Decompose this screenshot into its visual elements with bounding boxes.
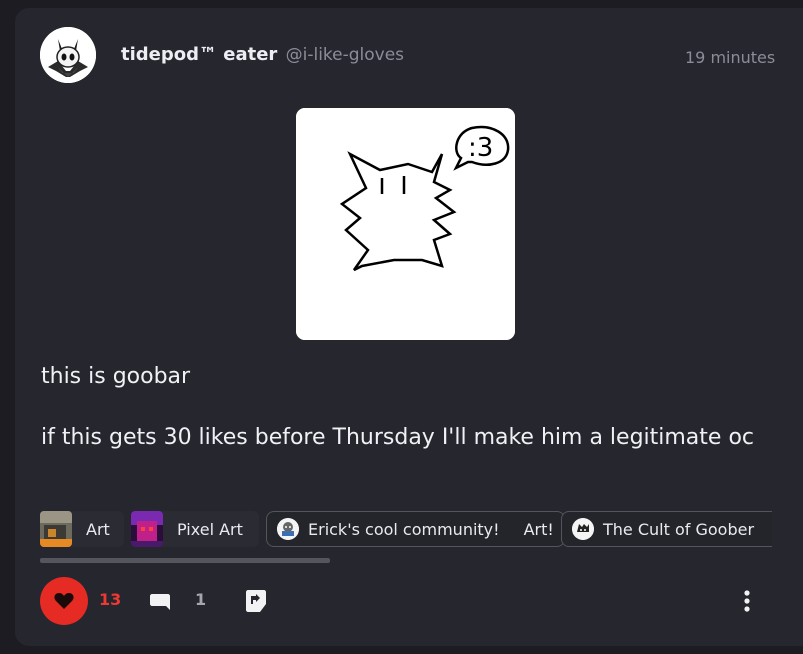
tag-art[interactable]: Art: [40, 511, 124, 547]
author-line[interactable]: tidepod™ eater @i-like-gloves: [121, 44, 404, 65]
tag-pixel-art[interactable]: Pixel Art: [131, 511, 259, 547]
goobar-drawing-icon: :3: [296, 108, 515, 340]
community-icon: [277, 518, 299, 540]
community-sub-label: Art!: [523, 519, 554, 539]
post-image[interactable]: :3: [296, 108, 515, 340]
like-count: 13: [99, 590, 122, 609]
art-thumbnail-icon: [40, 511, 72, 547]
reblog-icon: [246, 590, 266, 612]
post-paragraph-1: this is goobar: [41, 364, 191, 389]
comment-count: 1: [195, 590, 207, 609]
community-chip-ericks[interactable]: Erick's cool community! Art!: [266, 511, 565, 547]
author-display-name[interactable]: tidepod™ eater: [121, 44, 277, 65]
reblog-button[interactable]: [244, 588, 268, 614]
author-handle[interactable]: @i-like-gloves: [286, 45, 404, 65]
tag-label: Pixel Art: [177, 519, 243, 539]
heart-icon: [54, 593, 74, 609]
hollow-knight-avatar-icon: [40, 27, 96, 83]
tags-scrollbar[interactable]: [40, 558, 330, 563]
more-vertical-icon: [744, 590, 750, 612]
more-options-button[interactable]: [737, 588, 757, 614]
post-paragraph-2: if this gets 30 likes before Thursday I'…: [41, 425, 755, 450]
community-chip-cult-of-goober[interactable]: The Cult of Goober: [561, 511, 772, 547]
community-name: The Cult of Goober: [603, 519, 755, 539]
post-timestamp[interactable]: 19 minutes: [685, 48, 775, 67]
tag-label: Art: [86, 519, 110, 539]
community-icon: [572, 518, 594, 540]
author-avatar[interactable]: [40, 27, 96, 83]
pixel-art-thumbnail-icon: [131, 511, 163, 547]
post-card: tidepod™ eater @i-like-gloves 19 minutes…: [15, 8, 803, 646]
like-button[interactable]: [40, 577, 88, 625]
tags-row[interactable]: Art Pixel Art Erick's cool community! Ar…: [40, 511, 772, 551]
speech-bubble-text: :3: [468, 133, 493, 163]
community-name: Erick's cool community!: [308, 519, 500, 539]
comment-button[interactable]: [148, 590, 172, 614]
comment-icon: [150, 594, 170, 610]
